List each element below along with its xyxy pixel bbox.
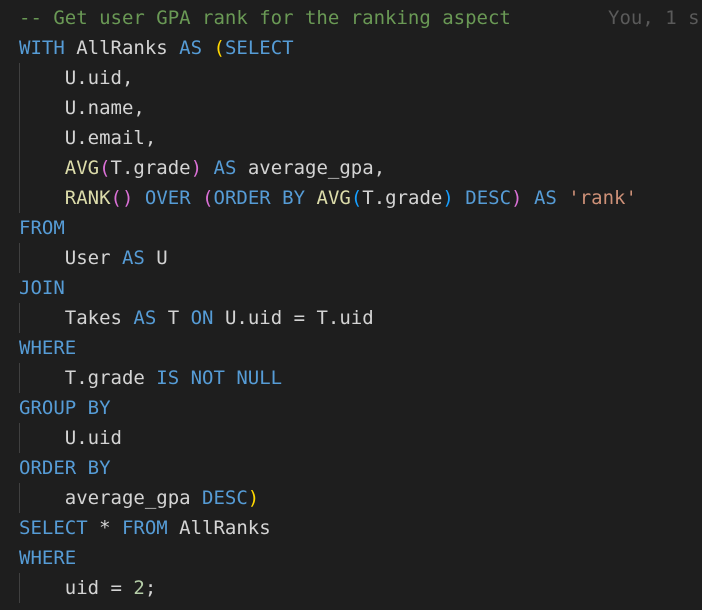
code-line[interactable]: WHERE <box>19 333 76 363</box>
code-token: AllRanks <box>64 37 180 59</box>
code-line[interactable]: U.uid <box>19 423 122 453</box>
code-token: GROUP BY <box>19 397 111 419</box>
indent-guide <box>19 423 20 453</box>
code-line[interactable]: ORDER BY <box>19 453 111 483</box>
code-token: U.uid <box>19 427 122 449</box>
code-token: RANK <box>64 187 111 209</box>
code-editor[interactable]: -- Get user GPA rank for the ranking asp… <box>0 0 702 610</box>
code-line[interactable]: U.name, <box>19 93 145 123</box>
code-token: AS <box>533 187 557 209</box>
code-token: 2 <box>133 577 145 599</box>
code-token: AS <box>213 157 237 179</box>
code-token: ) <box>511 187 523 209</box>
code-token: ( <box>99 157 111 179</box>
code-token: T.grade <box>19 367 157 389</box>
code-token: U.name, <box>19 97 145 119</box>
code-token: T <box>156 307 191 329</box>
code-token: T.grade <box>362 187 443 209</box>
code-token: OVER <box>144 187 191 209</box>
code-token: -- Get user GPA rank for the ranking asp… <box>19 7 511 29</box>
code-line[interactable]: FROM <box>19 213 65 243</box>
code-token: User <box>19 247 122 269</box>
code-token: SELECT <box>224 37 294 59</box>
code-token: ORDER BY <box>19 457 111 479</box>
code-token: 'rank' <box>568 187 637 209</box>
code-token: FROM <box>19 217 65 239</box>
code-token: U.uid = T.uid <box>213 307 374 329</box>
code-token: AS <box>121 247 145 269</box>
code-line[interactable]: -- Get user GPA rank for the ranking asp… <box>19 3 511 33</box>
code-token: average_gpa, <box>236 157 386 179</box>
code-token: DESC <box>202 487 248 509</box>
indent-guide <box>19 63 20 213</box>
code-line[interactable]: User AS U <box>19 243 168 273</box>
indent-guide <box>19 483 20 513</box>
code-token: ) <box>442 187 454 209</box>
code-token: AS <box>179 37 203 59</box>
indent-guide <box>19 303 20 333</box>
code-token: * <box>87 517 122 539</box>
code-token: ORDER BY <box>213 187 306 209</box>
code-line[interactable]: Takes AS T ON U.uid = T.uid <box>19 303 374 333</box>
code-token: ( <box>350 187 363 209</box>
code-token: ) <box>247 487 260 509</box>
code-token: WHERE <box>19 337 77 359</box>
code-token: U.uid, <box>19 67 134 89</box>
code-line[interactable]: JOIN <box>19 273 65 303</box>
code-token: ) <box>190 157 203 179</box>
code-line[interactable]: WITH AllRanks AS (SELECT <box>19 33 294 63</box>
code-line[interactable]: uid = 2; <box>19 573 157 603</box>
code-token: ON <box>190 307 214 329</box>
code-token: AS <box>133 307 157 329</box>
code-token: ( <box>213 37 225 59</box>
code-token: AllRanks <box>167 517 271 539</box>
code-token: SELECT <box>19 517 88 539</box>
code-token: uid = <box>19 577 134 599</box>
code-line[interactable]: WHERE <box>19 543 76 573</box>
code-line[interactable]: AVG(T.grade) AS average_gpa, <box>19 153 385 183</box>
code-token: T.grade <box>110 157 191 179</box>
code-token: AVG <box>64 157 100 179</box>
code-line[interactable]: average_gpa DESC) <box>19 483 260 513</box>
code-line[interactable]: SELECT * FROM AllRanks <box>19 513 271 543</box>
code-token: Takes <box>19 307 134 329</box>
code-token: U <box>144 247 168 269</box>
code-line[interactable]: GROUP BY <box>19 393 111 423</box>
code-token: AVG <box>316 187 351 209</box>
code-line[interactable]: RANK() OVER (ORDER BY AVG(T.grade) DESC)… <box>19 183 637 213</box>
indent-guide <box>19 363 20 393</box>
code-token: JOIN <box>19 277 65 299</box>
code-line[interactable]: U.uid, <box>19 63 134 93</box>
code-token: average_gpa <box>19 487 203 509</box>
code-line[interactable]: T.grade IS NOT NULL <box>19 363 282 393</box>
code-token: DESC <box>465 187 512 209</box>
code-token: WITH <box>19 37 65 59</box>
code-token: ( <box>202 187 214 209</box>
code-line[interactable]: U.email, <box>19 123 157 153</box>
code-token: IS NOT NULL <box>156 367 283 389</box>
code-token: FROM <box>121 517 168 539</box>
code-token: () <box>110 187 134 209</box>
code-token: WHERE <box>19 547 77 569</box>
git-blame-annotation: You, 1 s <box>608 7 700 29</box>
code-token: ; <box>144 577 157 599</box>
code-token: U.email, <box>19 127 157 149</box>
indent-guide <box>19 243 20 273</box>
indent-guide <box>19 573 20 603</box>
